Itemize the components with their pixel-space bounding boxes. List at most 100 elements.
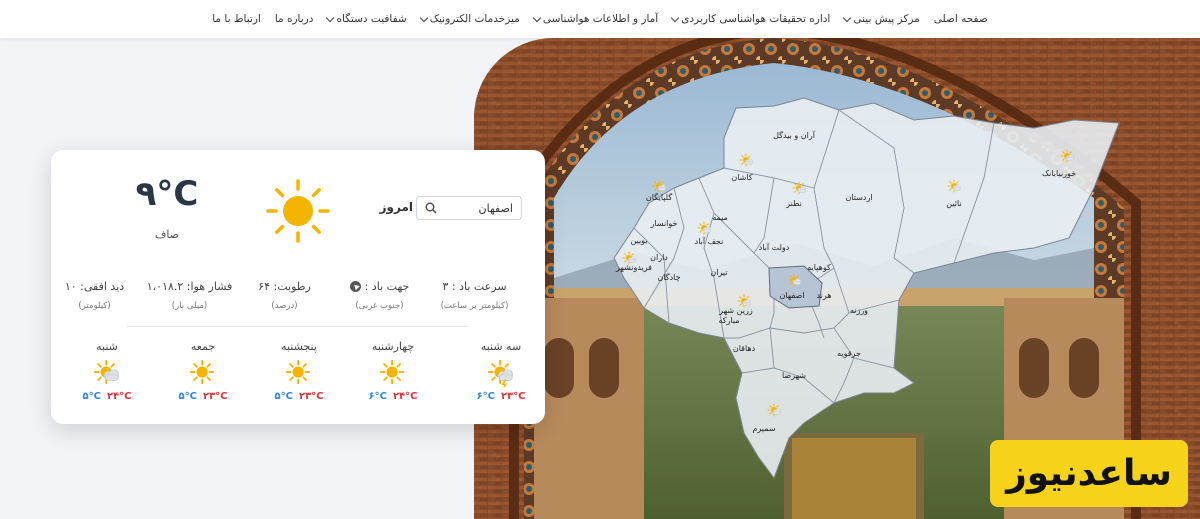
map-city-label: کاشان xyxy=(731,173,752,182)
map-city-label: نجف آباد xyxy=(695,236,724,246)
stat-value-text: فشار هوا: ۱،۰۱۸.۲ xyxy=(146,280,233,293)
sun-icon xyxy=(266,179,330,243)
nav-item-6[interactable]: شفافیت دستگاه xyxy=(326,13,407,25)
city-search-input[interactable] xyxy=(443,201,513,215)
chevron-down-icon xyxy=(670,13,680,22)
sun-cloud-storm-icon xyxy=(487,359,513,387)
chevron-down-icon xyxy=(843,13,852,22)
map-city-label: دولت آباد xyxy=(759,242,790,252)
map-city-label: زرین شهر xyxy=(718,306,753,315)
today-label: امروز xyxy=(379,200,413,214)
forecast-temps: ۵°C ۲۳°C xyxy=(269,391,329,402)
forecast-high: ۲۴°C xyxy=(392,391,418,402)
map-city-label: کوهپایه xyxy=(807,263,831,272)
stat-value: رطوبت: ۶۴ xyxy=(237,280,332,293)
search-icon[interactable] xyxy=(425,202,437,214)
nav-item-8[interactable]: ارتباط با ما xyxy=(212,13,261,25)
forecast-high: ۲۳°C xyxy=(202,391,228,402)
forecast-temps: ۵°C ۲۳°C xyxy=(173,391,233,402)
weather-stat: دید افقی: ۱۰ (کیلومتر) xyxy=(47,280,142,311)
stat-unit: (میلی بار) xyxy=(171,301,208,311)
chevron-down-icon xyxy=(326,13,335,22)
map-city-label: جرقویه xyxy=(837,349,861,358)
forecast-low: ۵°C xyxy=(274,391,293,402)
forecast-low: ۵°C xyxy=(82,391,101,402)
saednews-logo: ساعدنیوز xyxy=(990,440,1188,507)
stat-unit: (جنوب غربی) xyxy=(355,301,404,311)
nav-item-4[interactable]: آمار و اطلاعات هواشناسی xyxy=(532,13,659,25)
stat-value-text: سرعت باد : ۳ xyxy=(442,280,507,293)
map-city-label: خوربیابانک xyxy=(1042,169,1076,178)
stat-unit: (کیلومتر بر ساعت) xyxy=(440,301,509,311)
forecast-temps: ۵°C ۲۴°C xyxy=(77,391,137,402)
forecast-day-name: پنجشنبه xyxy=(281,340,317,353)
forecast-day: جمعه ۵°C ۲۳°C xyxy=(173,340,233,402)
weather-stat: فشار هوا: ۱،۰۱۸.۲ (میلی بار) xyxy=(142,280,237,311)
nav-item-1[interactable]: صفحه اصلی xyxy=(934,13,988,25)
weather-stat: جهت باد : (جنوب غربی) xyxy=(332,280,427,311)
map-city-label: بویین xyxy=(630,236,647,245)
city-search[interactable] xyxy=(416,196,522,220)
stat-value: سرعت باد : ۳ xyxy=(427,280,522,293)
forecast-day: شنبه ۵°C ۲۴°C xyxy=(77,340,137,402)
sun-icon xyxy=(379,359,405,385)
map-city-label: گلپایگان xyxy=(646,192,672,202)
map-city-label: ورزنه xyxy=(850,306,868,315)
chevron-down-icon xyxy=(419,13,428,22)
map-city-label: فریدونشهر xyxy=(615,263,652,272)
nav-item-2[interactable]: مرکز پیش بینی xyxy=(843,13,920,25)
forecast-day-name: شنبه xyxy=(96,340,118,353)
map-city-label: دهاقان xyxy=(733,344,756,353)
forecast-high: ۲۳°C xyxy=(298,391,324,402)
divider xyxy=(127,326,469,327)
forecast-day-name: سه شنبه xyxy=(480,340,522,353)
stat-value-text: رطوبت: ۶۴ xyxy=(258,280,311,293)
stat-unit: (کیلومتر) xyxy=(78,301,111,311)
map-city-label: خوانسار xyxy=(650,219,678,228)
forecast-day-name: جمعه xyxy=(190,340,216,353)
stat-value-text: جهت باد : xyxy=(364,280,410,293)
forecast-temps: ۶°C ۲۳°C xyxy=(471,391,531,402)
nav-item-7[interactable]: درباره ما xyxy=(275,13,314,25)
map-city-label: شهرضا xyxy=(782,371,806,380)
map-city-label: هرند xyxy=(816,291,831,300)
current-temperature: ۹°C xyxy=(135,174,199,214)
forecast-low: ۵°C xyxy=(178,391,197,402)
nav-list: صفحه اصلی مرکز پیش بینی اداره تحقیقات هواش… xyxy=(212,13,988,25)
nav-item-label: میزخدمات الکترونیک xyxy=(429,13,520,25)
nav-item-3[interactable]: اداره تحقیقات هواشناسی کاربردی xyxy=(670,13,831,25)
chevron-down-icon xyxy=(532,13,542,22)
forecast-day: پنجشنبه ۵°C ۲۳°C xyxy=(269,340,329,402)
sun-icon xyxy=(189,359,215,385)
forecast-day-name: چهارشنبه xyxy=(371,340,415,353)
forecast-low: ۶°C xyxy=(476,391,495,402)
weather-card: امروز ۹°C صاف سرعت باد : ۳ (کیلومتر بر سا… xyxy=(51,150,545,424)
map-city-label: داران xyxy=(650,253,668,262)
stat-unit: (درصد) xyxy=(271,301,298,311)
nav-item-label: اداره تحقیقات هواشناسی کاربردی xyxy=(681,13,831,25)
map-city-label: مبارکه xyxy=(718,316,739,325)
map-city-label: نائین xyxy=(946,199,961,208)
map-city-label: اصفهان xyxy=(779,291,804,300)
nav-item-label: آمار و اطلاعات هواشناسی xyxy=(542,13,659,25)
map-city-label: تیران xyxy=(710,268,727,277)
nav-item-5[interactable]: میزخدمات الکترونیک xyxy=(419,13,520,25)
nav-item-label: صفحه اصلی xyxy=(933,13,988,25)
forecast-low: ۶°C xyxy=(368,391,387,402)
map-city-label: سمیرم xyxy=(752,424,775,433)
logo-text: ساعدنیوز xyxy=(1006,453,1172,494)
wind-direction-icon xyxy=(349,281,361,292)
stat-value: فشار هوا: ۱،۰۱۸.۲ xyxy=(142,280,237,293)
forecast-high: ۲۴°C xyxy=(106,391,132,402)
stat-value: جهت باد : xyxy=(332,280,427,293)
map-city-label: آران و بیدگل xyxy=(773,130,816,140)
sun-cloud-icon xyxy=(93,359,119,385)
stat-value-text: دید افقی: ۱۰ xyxy=(64,280,125,293)
forecast-temps: ۶°C ۲۴°C xyxy=(363,391,423,402)
sun-icon xyxy=(285,359,311,385)
stat-value: دید افقی: ۱۰ xyxy=(47,280,142,293)
map-city-label: چادگان xyxy=(657,272,680,282)
map-city-label: میمه xyxy=(712,213,728,222)
forecast-high: ۲۳°C xyxy=(500,391,526,402)
nav-item-label: درباره ما xyxy=(274,13,314,25)
